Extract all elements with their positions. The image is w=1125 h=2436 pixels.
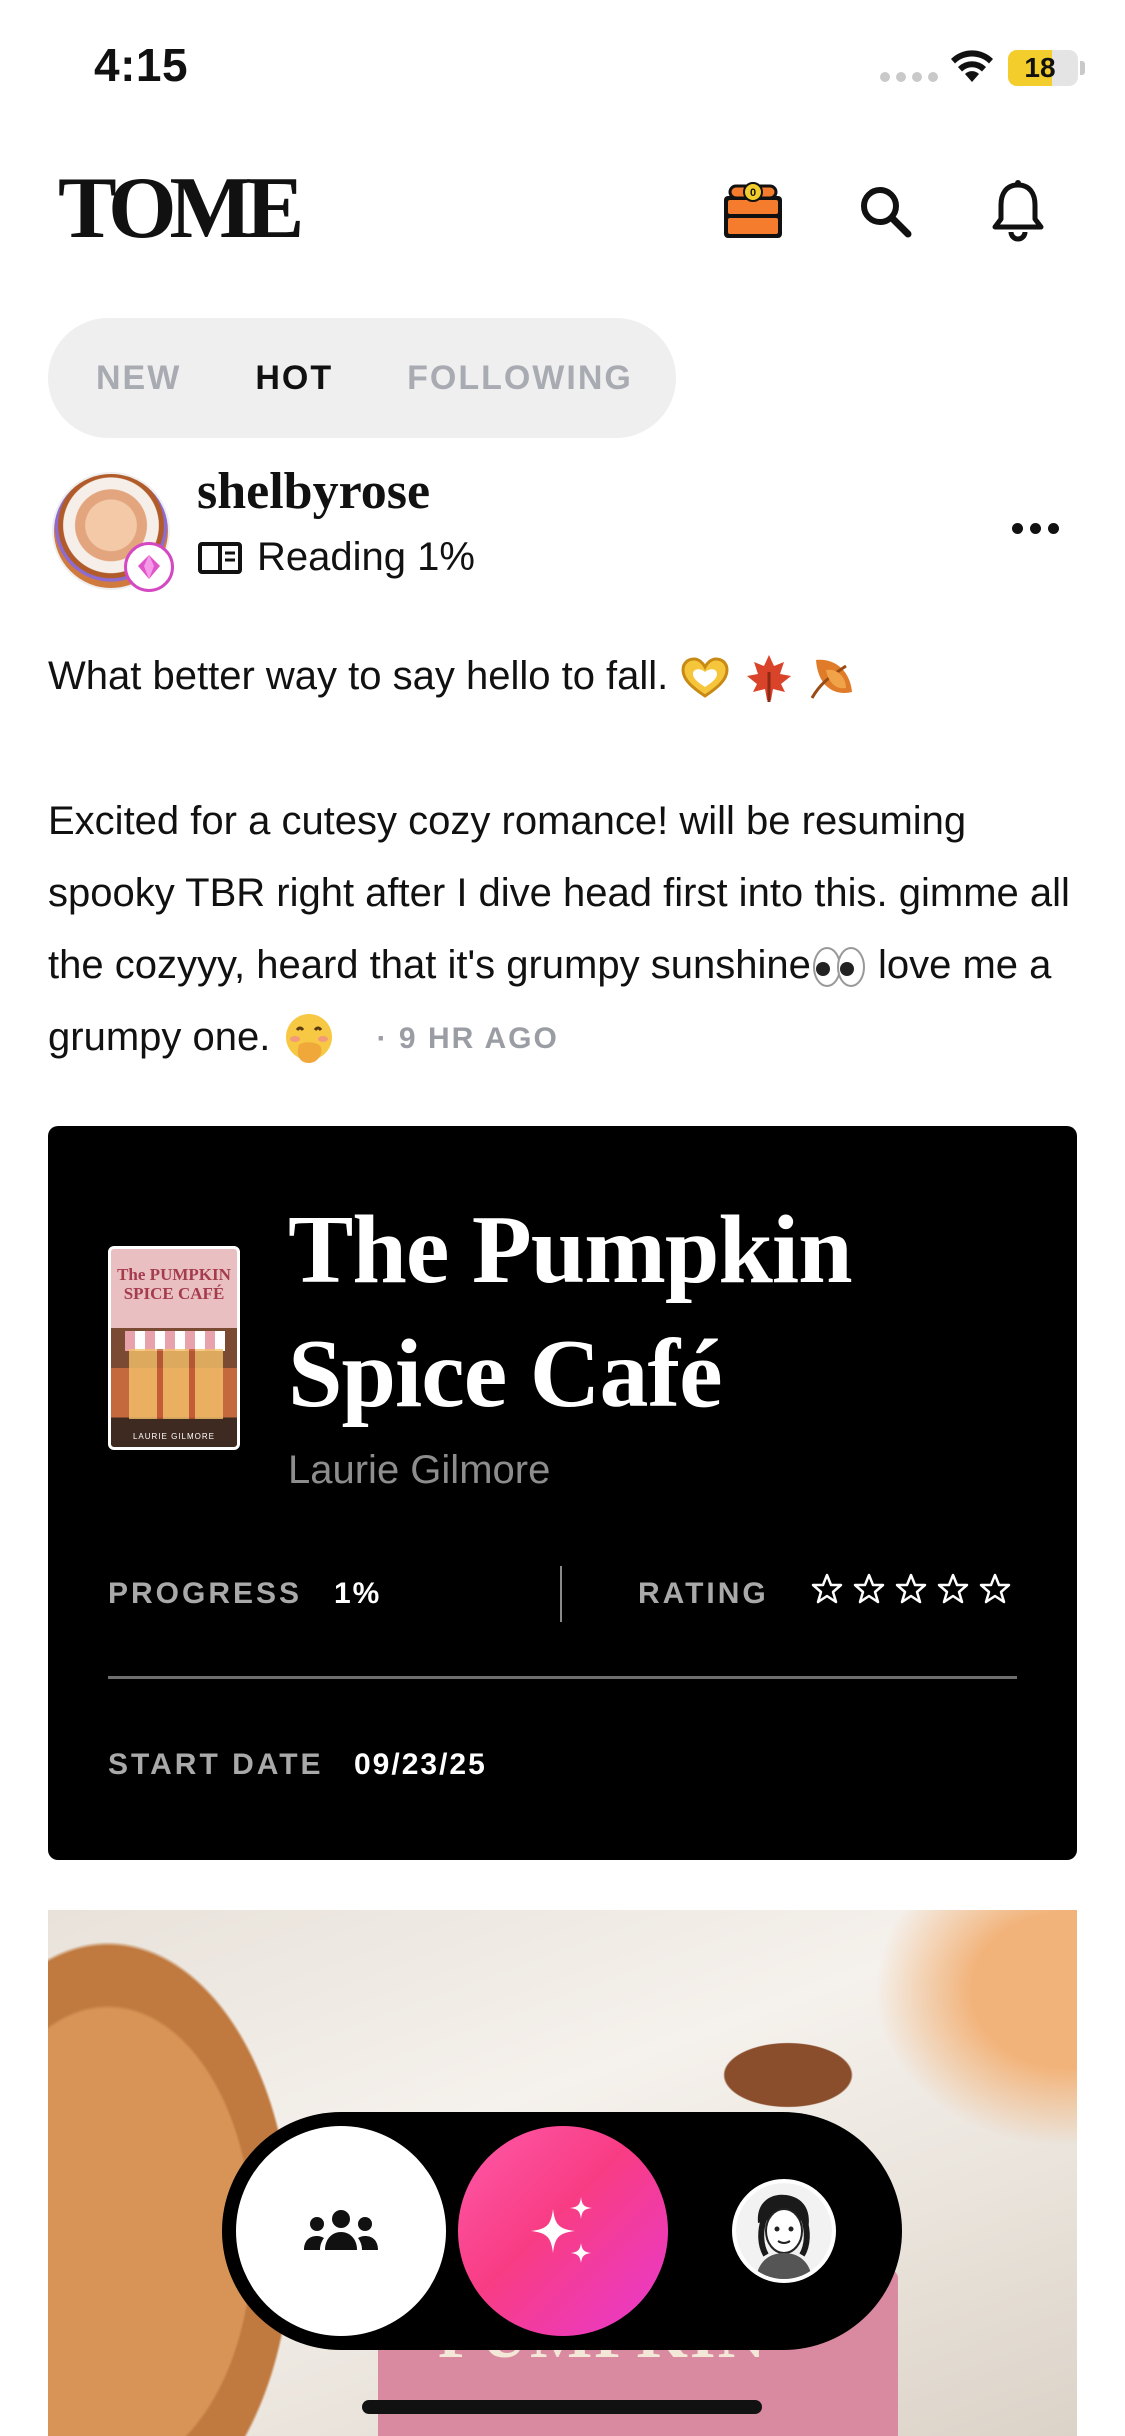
tab-new[interactable]: NEW [96,359,181,398]
heart-hands-emoji [681,657,729,699]
post-line1-text: What better way to say hello to fall. [48,654,680,698]
star-icon[interactable] [978,1572,1012,1606]
chest-badge: 0 [750,187,756,199]
treasure-chest-icon[interactable]: 0 [718,176,788,246]
cover-window [129,1349,223,1419]
tab-hot[interactable]: HOT [255,359,333,398]
progress-value: 1% [334,1577,382,1610]
more-options-button[interactable] [1000,508,1070,548]
book-title[interactable]: The Pumpkin Spice Café [288,1188,1028,1436]
book-open-icon [198,541,242,574]
status-bar: 4:15 18 [0,0,1125,140]
rating-stars [810,1572,1012,1606]
post-text-intro: What better way to say hello to fall. [48,640,1078,712]
bottom-nav [222,2112,902,2350]
wifi-icon [951,50,993,82]
book-cover[interactable]: The PUMPKIN SPICE CAFÉ LAURIE GILMORE [108,1246,240,1450]
post-author-avatar[interactable] [52,472,174,594]
meta-divider [560,1566,562,1622]
post-text-body: Excited for a cutesy cozy romance! will … [48,785,1078,1075]
star-icon[interactable] [894,1572,928,1606]
reading-status: Reading 1% [197,535,475,580]
star-icon[interactable] [852,1572,886,1606]
battery-icon: 18 [1008,50,1078,86]
book-card[interactable]: The PUMPKIN SPICE CAFÉ LAURIE GILMORE Th… [48,1126,1077,1860]
cover-title: The PUMPKIN SPICE CAFÉ [117,1265,231,1303]
star-icon[interactable] [810,1572,844,1606]
community-button[interactable] [236,2126,446,2336]
search-icon[interactable] [850,176,920,246]
signal-icon [880,72,938,82]
eyes-emoji [812,947,865,988]
profile-avatar[interactable] [732,2179,836,2283]
fallen-leaf-emoji [810,660,852,700]
reading-status-text: Reading 1% [257,535,475,579]
rating-label: RATING [638,1577,769,1610]
start-date-label: START DATE [108,1748,324,1781]
app-logo: TOME [58,160,304,257]
battery-nub [1080,61,1085,75]
book-title-line1: The Pumpkin [288,1196,853,1304]
book-title-line2: Spice Café [288,1320,723,1428]
post-timestamp: · 9 HR AGO [376,1022,559,1056]
start-date-value: 09/23/25 [354,1748,487,1781]
maple-leaf-emoji [746,655,791,703]
community-icon [304,2210,378,2250]
diamond-badge-icon [124,542,174,592]
book-author[interactable]: Laurie Gilmore [288,1448,550,1493]
battery-level: 18 [1024,52,1056,83]
feed-tabs: NEW HOT FOLLOWING [48,318,676,438]
post-username[interactable]: shelbyrose [197,462,430,521]
star-icon[interactable] [936,1572,970,1606]
progress-label: PROGRESS [108,1577,303,1610]
status-time: 4:15 [94,39,189,91]
create-button[interactable] [458,2126,668,2336]
cover-author: LAURIE GILMORE [132,1432,215,1441]
bell-icon[interactable] [983,176,1053,246]
tab-following[interactable]: FOLLOWING [407,359,633,398]
cover-awning [125,1331,225,1351]
card-divider [108,1676,1017,1679]
home-indicator [362,2400,762,2414]
hand-over-mouth-emoji [286,1014,333,1064]
sparkles-icon [531,2197,592,2263]
